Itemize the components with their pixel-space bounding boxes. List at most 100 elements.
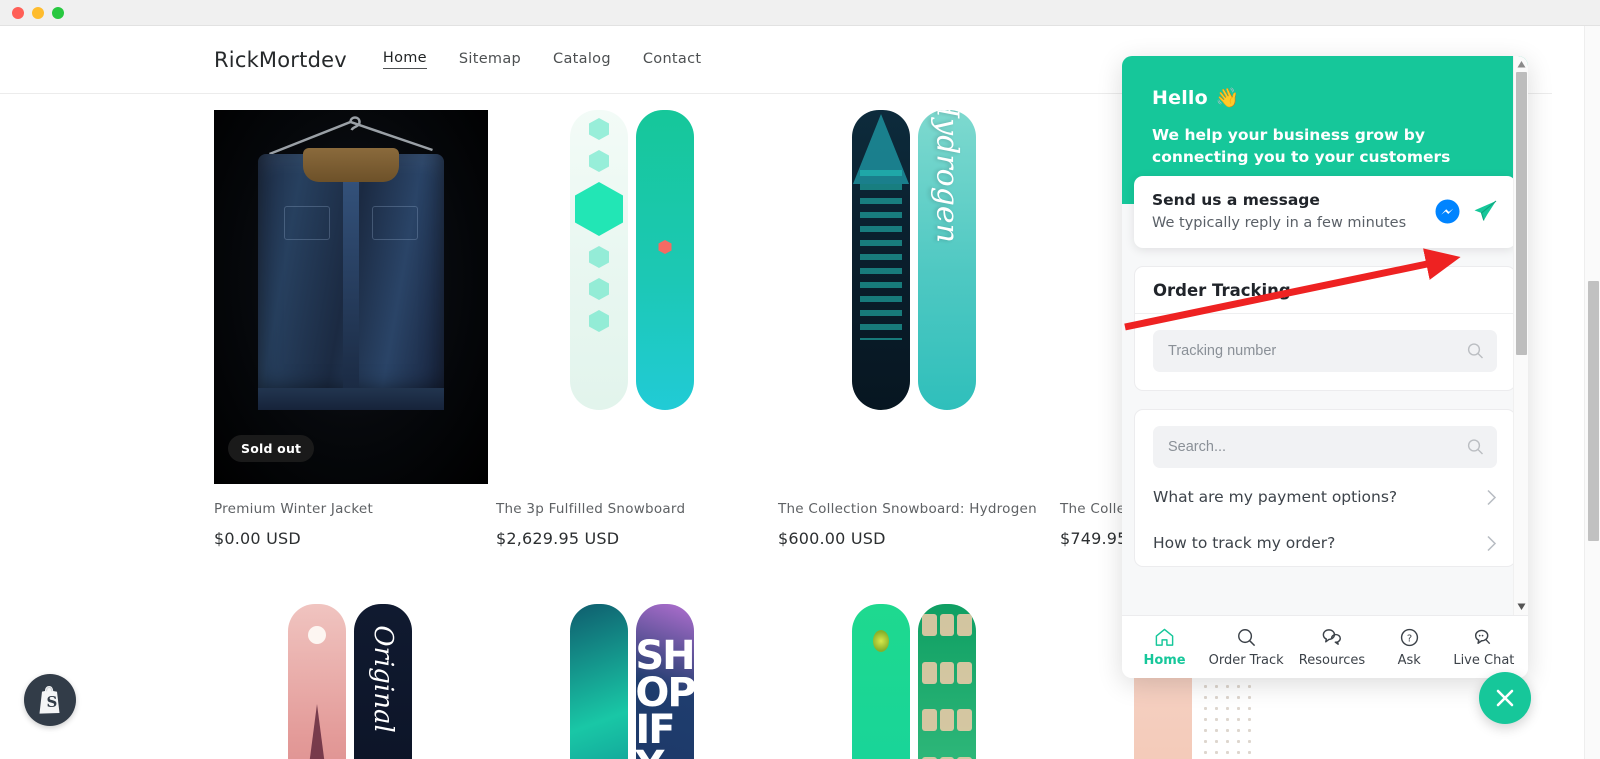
nav-link-catalog[interactable]: Catalog: [553, 51, 611, 69]
widget-message-card-wrap: Send us a message We typically reply in …: [1122, 176, 1528, 248]
snowboard-left: [288, 604, 346, 759]
character-pattern: [922, 614, 972, 759]
product-title[interactable]: The Collection Snowboard: Hydrogen: [778, 501, 1060, 517]
snowboard-left: [852, 604, 910, 759]
send-message-card[interactable]: Send us a message We typically reply in …: [1134, 176, 1516, 248]
chat-widget-scroll-area: Hello 👋 We help your business grow by co…: [1122, 56, 1528, 615]
close-icon: [1496, 689, 1514, 707]
scroll-down-arrow-icon[interactable]: [1517, 602, 1526, 611]
widget-subtitle: We help your business grow by connecting…: [1152, 126, 1451, 166]
window-maximize-button[interactable]: [52, 7, 64, 19]
hex-pattern: [575, 118, 623, 332]
jacket-collar: [303, 148, 399, 182]
product-card[interactable]: Sold out Premium Winter Jacket $0.00 USD: [214, 110, 496, 548]
widget-scrollbar[interactable]: [1513, 56, 1528, 615]
jacket-pocket-right: [372, 206, 418, 240]
send-message-icons: [1435, 198, 1498, 224]
tracking-number-input[interactable]: Tracking number: [1153, 330, 1497, 372]
widget-nav-ask-label: Ask: [1397, 652, 1421, 668]
faq-item[interactable]: How to track my order?: [1135, 520, 1515, 566]
widget-nav-resources-label: Resources: [1298, 652, 1366, 668]
main-nav: Home Sitemap Catalog Contact: [382, 50, 702, 69]
help-search-body: Search...: [1135, 410, 1515, 474]
page-viewport: RickMortdev Home Sitemap Catalog Contact: [0, 26, 1600, 759]
nav-link-home[interactable]: Home: [382, 50, 427, 69]
snowboard-illustration: Original: [214, 604, 488, 759]
shopify-badge-button[interactable]: S: [24, 674, 76, 726]
send-plane-icon[interactable]: [1472, 198, 1498, 224]
product-image[interactable]: [778, 604, 1052, 759]
window-minimize-button[interactable]: [32, 7, 44, 19]
widget-nav-order-track-label: Order Track: [1208, 652, 1284, 668]
product-title[interactable]: The 3p Fulfilled Snowboard: [496, 501, 778, 517]
moon-graphic: [308, 626, 326, 644]
window-titlebar: [0, 0, 1600, 26]
search-input[interactable]: Search...: [1153, 426, 1497, 468]
product-price: $2,629.95 USD: [496, 529, 620, 548]
shopify-wordmark: SHOPIFY: [636, 633, 694, 759]
snowboard-left: [570, 110, 628, 410]
product-image[interactable]: [496, 110, 770, 484]
widget-nav-order-track[interactable]: Order Track: [1209, 627, 1284, 668]
snowboard-illustration: Hydrogen: [778, 110, 1052, 484]
snowboard-left: [852, 110, 910, 410]
question-circle-icon: ?: [1400, 628, 1418, 646]
page-scrollbar[interactable]: [1584, 26, 1600, 759]
order-tracking-title: Order Tracking: [1135, 267, 1515, 314]
chevron-right-icon: [1487, 489, 1497, 505]
hex-accent: [658, 240, 672, 254]
search-icon[interactable]: [1467, 439, 1484, 456]
widget-nav-live-chat[interactable]: Live Chat: [1453, 627, 1514, 668]
chat-widget-close-button[interactable]: [1479, 672, 1531, 724]
snowboard-right: [918, 604, 976, 759]
hydrogen-script-text: Hydrogen: [929, 110, 965, 243]
widget-bottom-nav: Home Order Track Resources ? Ask Live Ch…: [1122, 615, 1528, 678]
pixel-forest-graphic: [860, 170, 902, 340]
page-scrollbar-thumb[interactable]: [1588, 281, 1599, 541]
window-close-button[interactable]: [12, 7, 24, 19]
widget-nav-ask[interactable]: ? Ask: [1380, 627, 1438, 668]
snowboard-right: [636, 110, 694, 410]
pine-tree-graphic: [291, 704, 343, 759]
product-image[interactable]: Original: [214, 604, 488, 759]
home-icon: [1155, 628, 1174, 646]
product-card[interactable]: Original: [214, 604, 496, 759]
snowboard-right: Hydrogen: [918, 110, 976, 410]
product-image[interactable]: Sold out: [214, 110, 488, 484]
chat-widget: Hello 👋 We help your business grow by co…: [1122, 56, 1528, 678]
product-image[interactable]: SHOPIFY: [496, 604, 770, 759]
tracking-number-placeholder: Tracking number: [1168, 343, 1277, 359]
nav-link-contact[interactable]: Contact: [643, 51, 702, 69]
widget-greeting: Hello 👋: [1152, 86, 1498, 110]
product-card[interactable]: [778, 604, 1060, 759]
store-logo[interactable]: RickMortdev: [214, 48, 347, 72]
search-placeholder: Search...: [1168, 439, 1227, 455]
portal-graphic: [873, 630, 889, 652]
widget-nav-resources[interactable]: Resources: [1299, 627, 1365, 668]
send-message-title: Send us a message: [1152, 191, 1320, 209]
product-card[interactable]: SHOPIFY: [496, 604, 778, 759]
chat-stack-icon: [1323, 628, 1342, 645]
nav-link-sitemap[interactable]: Sitemap: [459, 51, 521, 69]
product-title[interactable]: Premium Winter Jacket: [214, 501, 496, 517]
original-script-text: Original: [368, 625, 398, 733]
product-card[interactable]: Hydrogen The Collection Snowboard: Hydro…: [778, 110, 1060, 548]
status-badge: Sold out: [228, 435, 315, 462]
widget-nav-live-chat-label: Live Chat: [1453, 652, 1515, 668]
snowboard-right: SHOPIFY: [636, 604, 694, 759]
search-icon[interactable]: [1467, 343, 1484, 360]
jacket-hem: [258, 388, 444, 410]
widget-nav-home[interactable]: Home: [1136, 627, 1194, 668]
product-card[interactable]: The 3p Fulfilled Snowboard $2,629.95 USD: [496, 110, 778, 548]
order-tracking-body: Tracking number: [1135, 314, 1515, 390]
denim-jacket-illustration: [214, 110, 488, 484]
order-tracking-panel: Order Tracking Tracking number: [1134, 266, 1516, 391]
widget-scrollbar-thumb[interactable]: [1516, 72, 1527, 355]
scroll-up-arrow-icon[interactable]: [1517, 60, 1526, 69]
messenger-icon[interactable]: [1435, 199, 1460, 224]
faq-question: How to track my order?: [1153, 534, 1336, 552]
snowboard-illustration: [496, 110, 770, 484]
shopify-bag-icon: S: [39, 686, 60, 714]
faq-item[interactable]: What are my payment options?: [1135, 474, 1515, 520]
product-image[interactable]: Hydrogen: [778, 110, 1052, 484]
